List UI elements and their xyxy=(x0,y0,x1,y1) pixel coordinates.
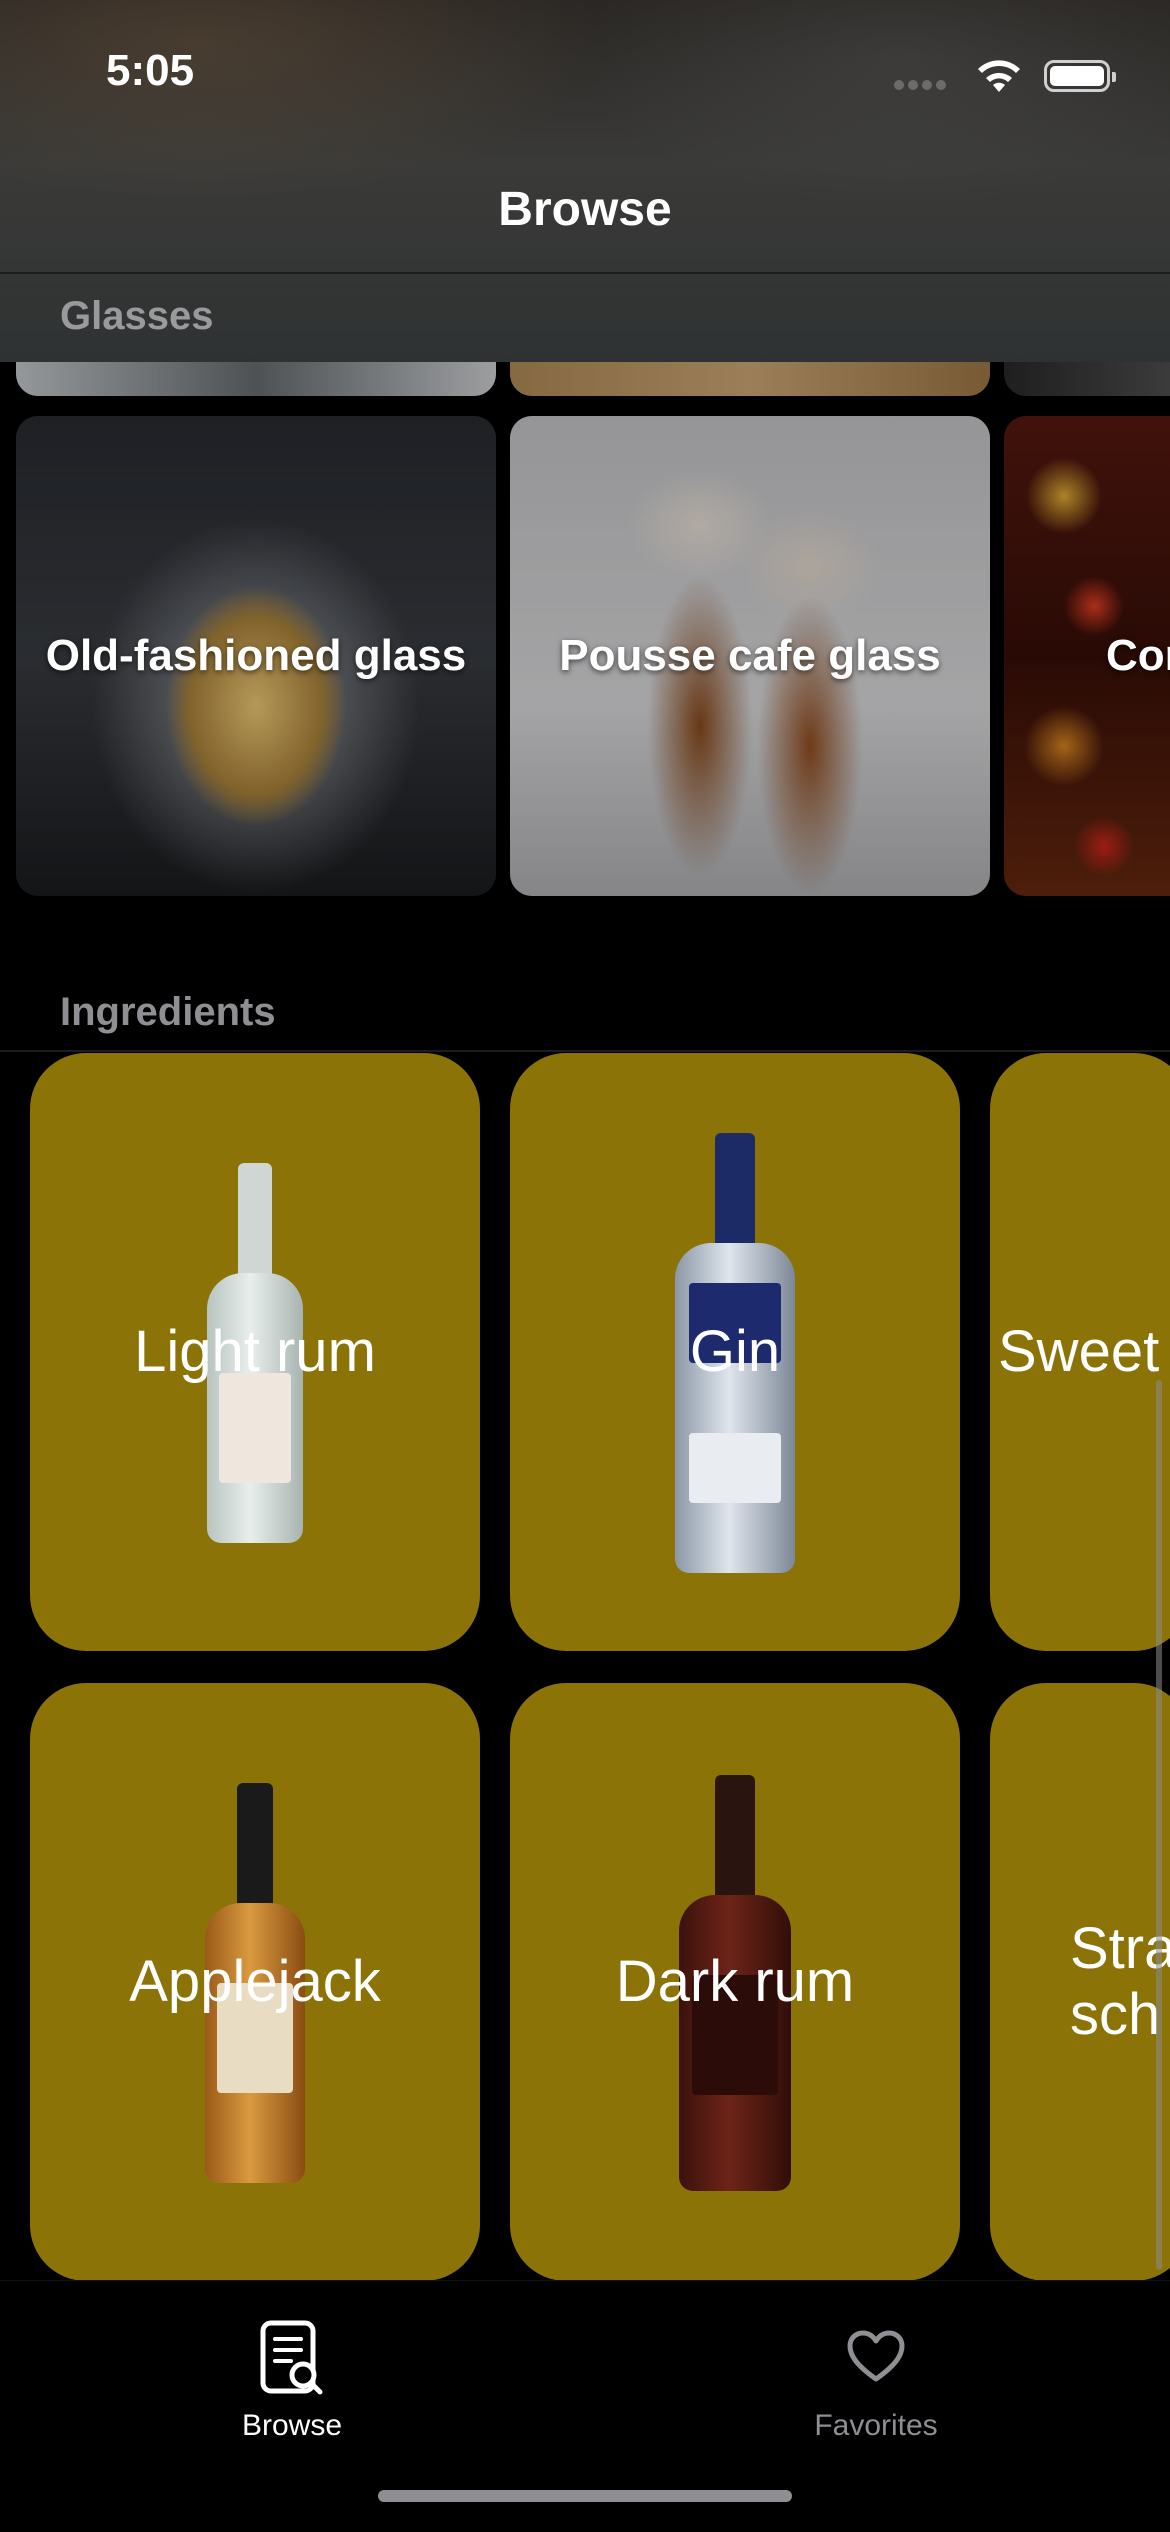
ingredient-tile-light-rum[interactable]: Light rum xyxy=(30,1053,480,1651)
status-icons xyxy=(894,56,1116,96)
browse-document-search-icon xyxy=(260,2320,323,2395)
divider xyxy=(0,1050,1170,1052)
section-title: Ingredients xyxy=(60,990,276,1034)
ingredient-label: Gin xyxy=(689,1319,781,1384)
section-title-glasses: Glasses xyxy=(60,294,214,338)
page-title: Browse xyxy=(498,183,672,236)
glass-tile-old-fashioned[interactable]: Old-fashioned glass xyxy=(16,416,496,896)
battery-icon xyxy=(1044,60,1116,92)
ingredient-label: Stra sch xyxy=(1070,1916,1170,2047)
divider xyxy=(0,272,1170,274)
tab-browse[interactable]: Browse xyxy=(142,2301,442,2442)
status-time: 5:05 xyxy=(106,46,195,95)
glass-tile-label: Pousse cafe glass xyxy=(559,631,941,680)
ingredient-label: Sweet xyxy=(998,1319,1160,1384)
wifi-icon xyxy=(978,60,1020,92)
heart-icon xyxy=(847,2330,905,2382)
ingredient-label: Light rum xyxy=(134,1319,376,1384)
ingredient-label: Dark rum xyxy=(615,1949,855,2014)
glass-tile-pousse-cafe[interactable]: Pousse cafe glass xyxy=(510,416,990,896)
tab-label: Favorites xyxy=(814,2409,938,2442)
tab-label: Browse xyxy=(241,2409,343,2442)
ingredients-section-header: Ingredients xyxy=(0,970,1170,1052)
glass-tile-partial[interactable]: Cor xyxy=(1004,416,1170,896)
ingredient-label: Applejack xyxy=(129,1949,381,2014)
ingredient-tile-partial[interactable]: Stra sch xyxy=(990,1683,1170,2281)
ingredient-tile-dark-rum[interactable]: Dark rum xyxy=(510,1683,960,2281)
glasses-row: Old-fashioned glass Pousse cafe glass Co… xyxy=(0,416,1170,896)
ingredient-tile-gin[interactable]: Gin xyxy=(510,1053,960,1651)
tab-favorites[interactable]: Favorites xyxy=(726,2301,1026,2442)
cellular-signal-icon xyxy=(894,80,948,90)
glass-tile-label: Cor xyxy=(1106,631,1170,680)
navigation-header: 5:05 Browse Glasses xyxy=(0,0,1170,362)
home-indicator xyxy=(378,2490,792,2502)
glass-tile-label: Old-fashioned glass xyxy=(45,631,467,680)
ingredient-tile-partial[interactable]: Sweet xyxy=(990,1053,1170,1651)
ingredient-tile-applejack[interactable]: Applejack xyxy=(30,1683,480,2281)
scroll-indicator[interactable] xyxy=(1156,1380,1162,2270)
